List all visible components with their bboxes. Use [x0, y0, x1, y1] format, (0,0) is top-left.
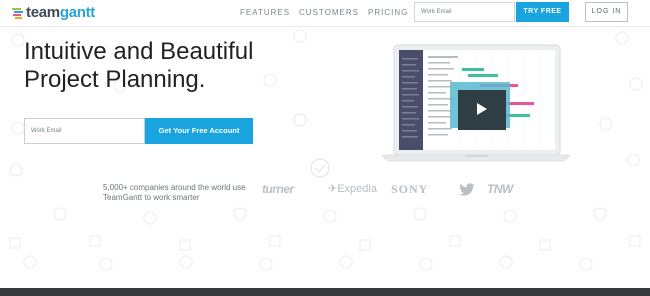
nav-features-link[interactable]: FEATURES [240, 8, 290, 17]
social-proof-line-1: 5,000+ companies around the world use [103, 183, 246, 192]
headline-line-2: Project Planning. [24, 66, 206, 93]
headline-line-1: Intuitive and Beautiful [24, 38, 254, 65]
sony-logo: SONY [391, 182, 429, 196]
product-preview-laptop[interactable] [376, 44, 576, 164]
footer-dark-strip [0, 288, 650, 296]
hero-headline: Intuitive and Beautiful Project Planning… [24, 38, 354, 94]
tnw-logo: TNW [487, 182, 513, 196]
social-proof-line-2: TeamGantt to work smarter [103, 193, 200, 202]
teamgantt-logo[interactable]: teamgantt [12, 4, 95, 21]
logo-bars-icon [12, 7, 23, 19]
hero-work-email-input[interactable]: Work Email [24, 118, 145, 144]
top-navigation-bar: teamgantt FEATURES CUSTOMERS PRICING Wor… [0, 0, 650, 27]
expedia-logo: ✈Expedia [328, 183, 377, 195]
nav-customers-link[interactable]: CUSTOMERS [299, 8, 359, 17]
twitter-logo-icon [459, 183, 475, 196]
nav-pricing-link[interactable]: PRICING [368, 8, 408, 17]
logo-text: teamgantt [26, 4, 95, 21]
turner-logo: turner [262, 182, 294, 196]
try-free-button[interactable]: TRY FREE [516, 2, 569, 22]
social-proof-text: 5,000+ companies around the world use Te… [103, 183, 263, 203]
get-free-account-button[interactable]: Get Your Free Account [145, 118, 253, 144]
login-button[interactable]: LOG IN [585, 2, 628, 22]
nav-work-email-input[interactable]: Work Email [414, 2, 515, 22]
